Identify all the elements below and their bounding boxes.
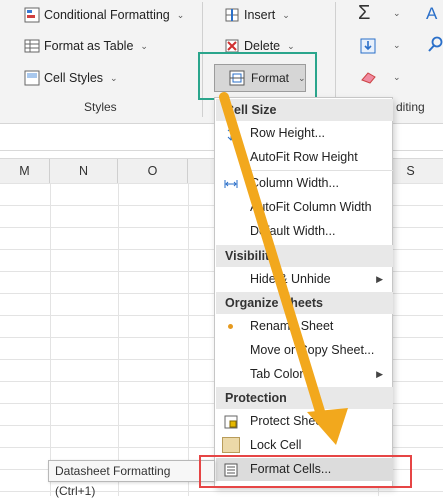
annotation-arrow-head bbox=[307, 408, 348, 445]
annotation-arrow-shaft bbox=[219, 92, 327, 423]
annotation-arrow bbox=[219, 92, 348, 445]
